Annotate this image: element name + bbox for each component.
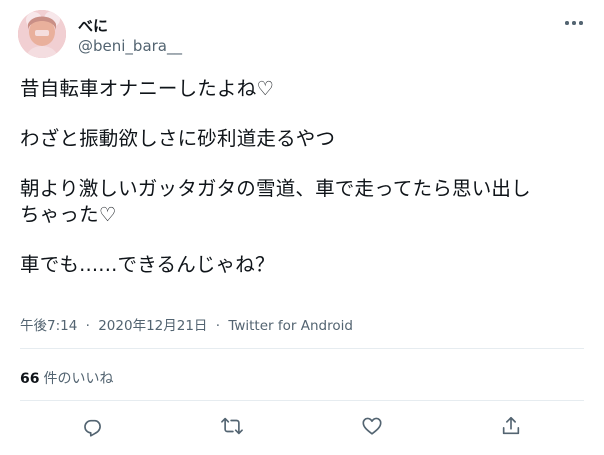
reply-icon: [84, 419, 101, 437]
divider: [20, 348, 584, 349]
likes-link[interactable]: 66 件のいいね: [20, 368, 113, 388]
user-handle[interactable]: @beni_bara__: [78, 37, 182, 55]
tweet-line: わざと振動欲しさに砂利道走るやつ: [20, 127, 336, 150]
dot: [578, 21, 583, 25]
avatar-image: [18, 10, 66, 58]
tweet-time[interactable]: 午後7:14: [20, 318, 77, 334]
reply-button[interactable]: [79, 412, 107, 440]
retweet-button[interactable]: [218, 412, 246, 440]
dot: [572, 21, 576, 25]
tweet-line: 朝より激しいガッタガタの雪道、車で走ってたら思い出し: [20, 177, 531, 200]
tweet-source[interactable]: Twitter for Android: [228, 318, 353, 334]
tweet-meta: 午後7:14 · 2020年12月21日 · Twitter for Andro…: [20, 314, 353, 334]
share-button[interactable]: [497, 412, 525, 440]
avatar[interactable]: [18, 10, 66, 58]
tweet-line: ちゃった♡: [20, 203, 117, 226]
tweet-line: 昔自転車オナニーしたよね♡: [20, 77, 275, 100]
like-button[interactable]: [358, 412, 386, 440]
more-options-icon[interactable]: [560, 12, 588, 34]
meta-separator: ·: [85, 318, 90, 334]
share-icon: [502, 416, 520, 435]
dot: [565, 21, 570, 25]
likes-count: 66: [20, 371, 40, 387]
tweet-card: べに @beni_bara__ 昔自転車オナニーしたよね♡ わざと振動欲しさに砂…: [0, 0, 604, 455]
meta-separator: ·: [215, 318, 221, 334]
display-name[interactable]: べに: [78, 15, 108, 36]
likes-label: 件のいいね: [43, 371, 114, 387]
tweet-line: 車でも......できるんじゃね？: [20, 253, 275, 276]
tweet-text: 昔自転車オナニーしたよね♡ わざと振動欲しさに砂利道走るやつ 朝より激しいガッタ…: [20, 76, 592, 278]
retweet-icon: [221, 417, 243, 435]
divider: [20, 400, 584, 401]
tweet-date[interactable]: 2020年12月21日: [98, 318, 207, 334]
like-icon: [362, 417, 382, 435]
